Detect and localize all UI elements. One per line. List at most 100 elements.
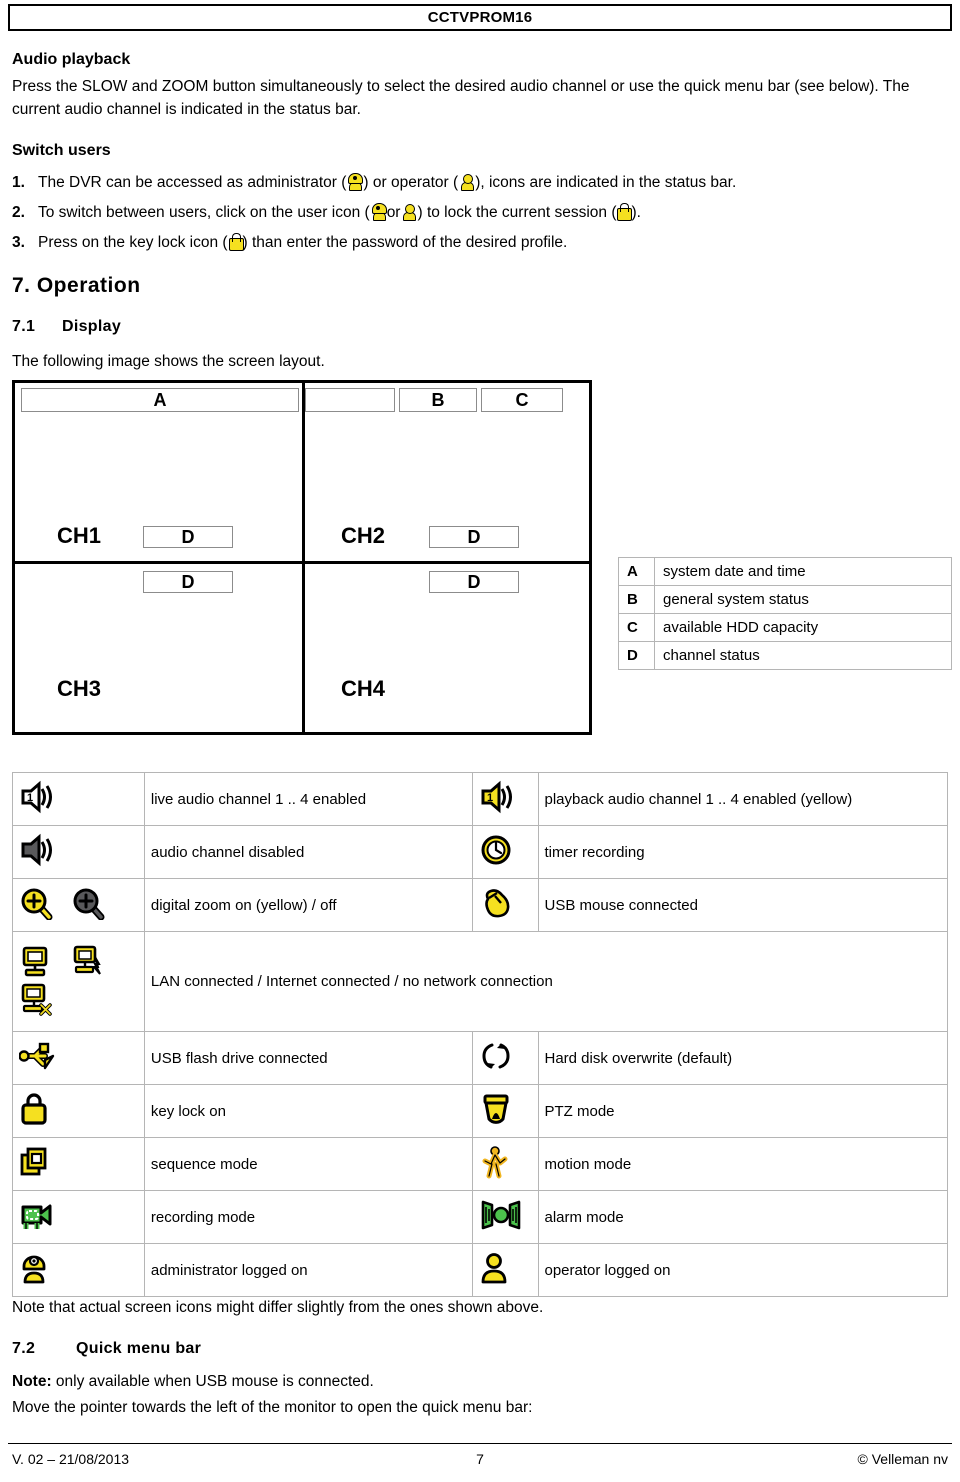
- table-row: key lock on PTZ mode: [12, 1084, 948, 1138]
- speaker-on-yellow-1-icon: 1: [479, 780, 515, 818]
- icon-cell: [12, 1137, 145, 1191]
- motion-person-icon: [479, 1145, 509, 1183]
- table-row: D channel status: [618, 641, 952, 670]
- legend-key: C: [618, 613, 655, 642]
- svg-text:1: 1: [486, 792, 492, 804]
- document-header: CCTVPROM16: [8, 4, 952, 31]
- icon-cell: [471, 1190, 539, 1244]
- diagram-blank-box: [305, 388, 395, 412]
- icon-cell: [12, 1243, 145, 1297]
- speaker-muted-icon: [19, 833, 55, 871]
- quick-menu-note-label: Note:: [12, 1373, 52, 1390]
- icon-cell: [471, 1084, 539, 1138]
- switch-users-heading: Switch users: [12, 142, 111, 159]
- legend-description: system date and time: [654, 557, 952, 586]
- icon-cell: 1: [12, 772, 145, 826]
- diagram-channel-ch4: CH4: [341, 676, 386, 701]
- screen-layout-legend-table: A system date and time B general system …: [618, 557, 952, 670]
- diagram-label-b: B: [399, 388, 477, 412]
- table-row: USB flash drive connected Hard disk over…: [12, 1031, 948, 1085]
- switch-users-list: 1. The DVR can be accessed as administra…: [12, 168, 942, 258]
- icon-cell: [471, 1137, 539, 1191]
- list-text-part: ) than enter the password of the desired…: [242, 234, 568, 251]
- speaker-on-1-icon: 1: [19, 780, 55, 818]
- quick-menu-note: Note: only available when USB mouse is c…: [12, 1370, 912, 1393]
- zoom-in-yellow-icon: [19, 886, 53, 924]
- key-lock-icon: [19, 1092, 49, 1130]
- hdd-overwrite-icon: [479, 1039, 513, 1077]
- table-row: digital zoom on (yellow) / off USB mouse…: [12, 878, 948, 932]
- administrator-icon: [19, 1251, 49, 1289]
- zoom-in-grey-icon: [71, 886, 105, 924]
- diagram-label-d-ch3: D: [143, 571, 233, 593]
- list-text-part: The DVR can be accessed as administrator…: [38, 174, 347, 191]
- icon-description: key lock on: [143, 1084, 473, 1138]
- status-icon-legend-table: 1 live audio channel 1 .. 4 enabled 1 pl…: [12, 772, 949, 1297]
- icon-cell: 1: [471, 772, 539, 826]
- table-row: C available HDD capacity: [618, 613, 952, 642]
- list-text: The DVR can be accessed as administrator…: [38, 168, 942, 198]
- footer-copyright: © Velleman nv: [857, 1451, 948, 1467]
- key-lock-icon: [228, 233, 244, 251]
- list-index: 2.: [12, 204, 25, 221]
- diagram-label-c: C: [481, 388, 563, 412]
- page-footer: V. 02 – 21/08/2013 7 © Velleman nv: [12, 1451, 948, 1467]
- operator-icon: [400, 203, 417, 221]
- footer-version: V. 02 – 21/08/2013: [12, 1451, 130, 1467]
- icon-description: timer recording: [537, 825, 948, 879]
- list-item: 3. Press on the key lock icon () than en…: [12, 228, 942, 258]
- administrator-icon: [346, 173, 364, 191]
- icon-cell: [12, 1190, 145, 1244]
- legend-description: channel status: [654, 641, 952, 670]
- table-row: LAN connected / Internet connected / no …: [12, 931, 949, 1032]
- screen-layout-diagram: A B C CH1 CH2 CH3 CH4 D D D D: [12, 380, 592, 735]
- diagram-label-d-ch4: D: [429, 571, 519, 593]
- legend-key: D: [618, 641, 655, 670]
- usb-flash-drive-icon: [18, 1041, 59, 1075]
- icon-cell: [12, 931, 145, 1032]
- legend-description: general system status: [654, 585, 952, 614]
- display-section-number: 7.1: [12, 318, 36, 335]
- list-text-part: To switch between users, click on the us…: [38, 204, 370, 221]
- icon-cell: [12, 825, 145, 879]
- icon-description: motion mode: [537, 1137, 948, 1191]
- table-row: sequence mode motion mode: [12, 1137, 948, 1191]
- display-section-title: Display: [62, 318, 122, 335]
- table-row: audio channel disabled timer recording: [12, 825, 948, 879]
- display-intro: The following image shows the screen lay…: [12, 353, 325, 370]
- operation-heading: 7. Operation: [12, 274, 141, 297]
- document-title: CCTVPROM16: [427, 9, 533, 26]
- footer-page-number: 7: [476, 1451, 484, 1467]
- diagram-channel-ch3: CH3: [57, 676, 102, 701]
- lan-connected-icon: [19, 944, 53, 982]
- quick-menu-section-title: Quick menu bar: [76, 1340, 202, 1357]
- list-index: 1.: [12, 174, 25, 191]
- alarm-bell-icon: [479, 1200, 523, 1234]
- table-row: A system date and time: [618, 557, 952, 586]
- list-text-part: ) or operator (: [363, 174, 459, 191]
- list-text-part: ).: [631, 204, 641, 221]
- audio-playback-paragraph: Press the SLOW and ZOOM button simultane…: [12, 78, 910, 118]
- icon-description: PTZ mode: [537, 1084, 948, 1138]
- no-network-icon: [19, 982, 53, 1020]
- icon-cell: [471, 825, 539, 879]
- diagram-label-d-ch2: D: [429, 526, 519, 548]
- list-text-part: or: [386, 204, 401, 221]
- diagram-channel-ch1: CH1: [57, 523, 102, 548]
- icon-cell: [12, 878, 145, 932]
- icon-description: recording mode: [143, 1190, 473, 1244]
- list-text-part: ) to lock the current session (: [417, 204, 617, 221]
- legend-key: A: [618, 557, 655, 586]
- icon-description: operator logged on: [537, 1243, 948, 1297]
- icon-description: audio channel disabled: [143, 825, 473, 879]
- icon-cell: [471, 1243, 539, 1297]
- icon-description: Hard disk overwrite (default): [537, 1031, 948, 1085]
- icon-table-note: Note that actual screen icons might diff…: [12, 1299, 544, 1316]
- quick-menu-instruction: Move the pointer towards the left of the…: [12, 1399, 533, 1416]
- legend-key: B: [618, 585, 655, 614]
- table-row: 1 live audio channel 1 .. 4 enabled 1 pl…: [12, 772, 948, 826]
- icon-cell: [12, 1084, 145, 1138]
- diagram-vertical-divider: [302, 383, 305, 732]
- administrator-icon: [370, 203, 387, 221]
- usb-mouse-icon: [479, 886, 513, 924]
